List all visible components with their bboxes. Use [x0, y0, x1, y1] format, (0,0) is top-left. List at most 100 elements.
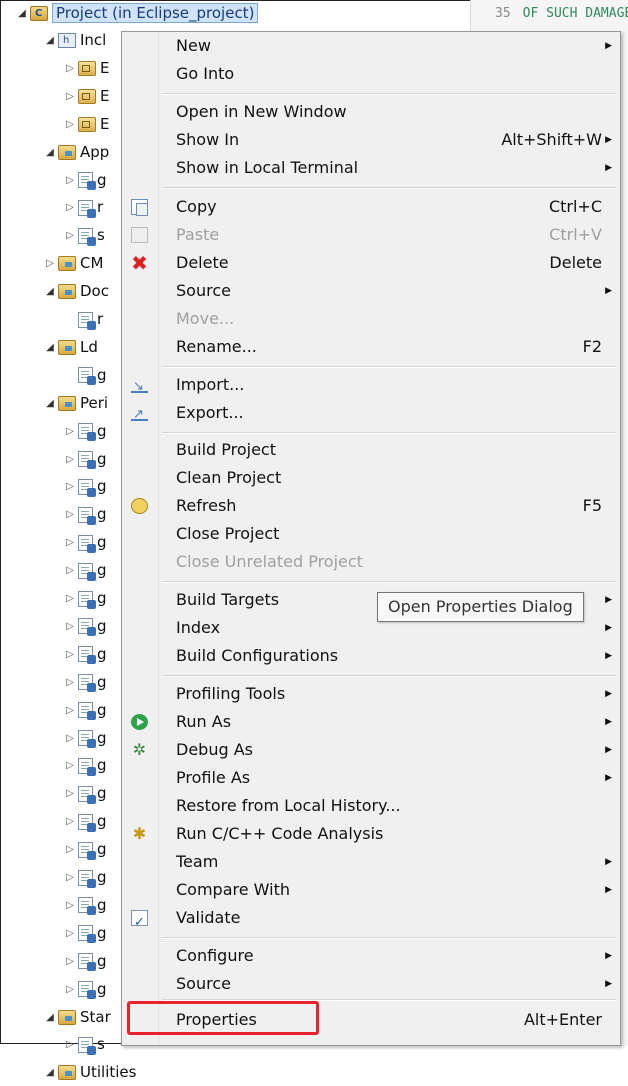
tree-item[interactable]: ▷ g — [64, 473, 107, 500]
expand-arrow-icon[interactable]: ◢ — [44, 278, 56, 305]
menu-item-source[interactable]: Source ▶ — [122, 277, 618, 305]
tree-item[interactable]: ▷ g — [64, 585, 107, 612]
menu-item-build-configurations[interactable]: Build Configurations ▶ — [122, 642, 618, 670]
expand-arrow-icon[interactable]: ▷ — [64, 920, 76, 947]
menu-item-close-project[interactable]: Close Project — [122, 520, 618, 548]
expand-arrow-icon[interactable]: ▷ — [64, 529, 76, 556]
tree-item-project[interactable]: ◢ Project (in Eclipse_project) — [16, 0, 259, 27]
menu-item-source-2[interactable]: Source ▶ — [122, 970, 618, 998]
tree-item[interactable]: ▷ g — [64, 669, 107, 696]
tree-item[interactable]: ◢ Incl — [44, 27, 106, 54]
tree-item[interactable]: ▷ E — [64, 83, 109, 110]
menu-item-copy[interactable]: Copy Ctrl+C — [122, 193, 618, 221]
expand-arrow-icon[interactable]: ▷ — [64, 111, 76, 138]
expand-arrow-icon[interactable]: ▷ — [64, 194, 76, 221]
tree-item[interactable]: ▷ g — [64, 613, 107, 640]
tree-item[interactable]: ▷ g — [64, 446, 107, 473]
tree-item[interactable]: ▷ g — [64, 892, 107, 919]
expand-arrow-icon[interactable]: ▷ — [64, 418, 76, 445]
expand-arrow-icon[interactable]: ▷ — [64, 780, 76, 807]
expand-arrow-icon[interactable]: ▷ — [44, 250, 56, 277]
expand-arrow-icon[interactable]: ▷ — [64, 864, 76, 891]
expand-arrow-icon[interactable]: ◢ — [44, 390, 56, 417]
tree-item[interactable]: ◢ Ld — [44, 334, 98, 361]
menu-item-configure[interactable]: Configure ▶ — [122, 942, 618, 970]
expand-arrow-icon[interactable]: ▷ — [64, 473, 76, 500]
tree-item[interactable]: ◢ Utilities — [44, 1059, 136, 1086]
expand-arrow-icon[interactable]: ▷ — [64, 976, 76, 1003]
expand-arrow-icon[interactable]: ▷ — [64, 836, 76, 863]
menu-item-new[interactable]: New ▶ — [122, 32, 618, 60]
tree-item[interactable]: ◢ Peri — [44, 390, 108, 417]
expand-arrow-icon[interactable]: ▷ — [64, 222, 76, 249]
tree-item[interactable]: ▷ E — [64, 55, 109, 82]
expand-arrow-icon[interactable]: ▷ — [64, 613, 76, 640]
expand-arrow-icon[interactable]: ▷ — [64, 557, 76, 584]
expand-arrow-icon[interactable]: ▷ — [64, 725, 76, 752]
menu-item-build-project[interactable]: Build Project — [122, 436, 618, 464]
expand-arrow-icon[interactable]: ◢ — [44, 334, 56, 361]
tree-item[interactable]: ▷ g — [64, 948, 107, 975]
menu-item-profiling-tools[interactable]: Profiling Tools ▶ — [122, 680, 618, 708]
tree-item[interactable]: g — [64, 362, 107, 389]
expand-arrow-icon[interactable]: ▷ — [64, 55, 76, 82]
expand-arrow-icon[interactable]: ▷ — [64, 446, 76, 473]
menu-item-run-as[interactable]: Run As ▶ — [122, 708, 618, 736]
menu-item-validate[interactable]: Validate — [122, 904, 618, 937]
tree-item[interactable]: ◢ Star — [44, 1004, 111, 1031]
expand-arrow-icon[interactable]: ▷ — [64, 808, 76, 835]
menu-item-run-code-analysis[interactable]: ✱ Run C/C++ Code Analysis — [122, 820, 618, 848]
tree-item[interactable]: ▷ g — [64, 641, 107, 668]
expand-arrow-icon[interactable]: ▷ — [64, 892, 76, 919]
tree-item[interactable]: ▷ g — [64, 920, 107, 947]
menu-item-restore-local-history[interactable]: Restore from Local History... — [122, 792, 618, 820]
expand-arrow-icon[interactable]: ▷ — [64, 948, 76, 975]
expand-arrow-icon[interactable]: ▷ — [64, 83, 76, 110]
tree-item[interactable]: ▷ s — [64, 1031, 105, 1058]
expand-arrow-icon[interactable]: ◢ — [16, 0, 28, 27]
tree-item[interactable]: ▷ E — [64, 111, 109, 138]
menu-item-close-unrelated-project[interactable]: Close Unrelated Project — [122, 548, 618, 576]
tree-item[interactable]: ▷ s — [64, 222, 105, 249]
tree-item[interactable]: ▷ g — [64, 725, 107, 752]
menu-item-refresh[interactable]: Refresh F5 — [122, 492, 618, 520]
tree-item[interactable]: r — [64, 306, 103, 333]
menu-item-profile-as[interactable]: Profile As ▶ — [122, 764, 618, 792]
menu-item-move[interactable]: Move... — [122, 305, 618, 333]
expand-arrow-icon[interactable]: ◢ — [44, 139, 56, 166]
menu-item-export[interactable]: Export... — [122, 399, 618, 429]
expand-arrow-icon[interactable]: ▷ — [64, 501, 76, 528]
menu-item-clean-project[interactable]: Clean Project — [122, 464, 618, 492]
tree-item[interactable]: ▷ g — [64, 836, 107, 863]
expand-arrow-icon[interactable]: ▷ — [64, 167, 76, 194]
tree-item[interactable]: ◢ App — [44, 139, 109, 166]
expand-arrow-icon[interactable]: ▷ — [64, 1031, 76, 1058]
tree-item[interactable]: ▷ g — [64, 557, 107, 584]
tree-item[interactable]: ▷ r — [64, 194, 103, 221]
tree-item[interactable]: ▷ g — [64, 529, 107, 556]
menu-item-open-in-new-window[interactable]: Open in New Window — [122, 98, 618, 126]
tree-item[interactable]: ▷ g — [64, 864, 107, 891]
menu-item-delete[interactable]: ✖ Delete Delete — [122, 249, 618, 277]
menu-item-rename[interactable]: Rename... F2 — [122, 333, 618, 361]
menu-item-debug-as[interactable]: ✲ Debug As ▶ — [122, 736, 618, 764]
menu-item-show-in-local-terminal[interactable]: Show in Local Terminal ▶ — [122, 154, 618, 182]
menu-item-import[interactable]: Import... — [122, 371, 618, 401]
tree-item[interactable]: ▷ g — [64, 418, 107, 445]
menu-item-go-into[interactable]: Go Into — [122, 60, 618, 88]
tree-item[interactable]: ▷ g — [64, 808, 107, 835]
menu-item-compare-with[interactable]: Compare With ▶ — [122, 876, 618, 904]
expand-arrow-icon[interactable]: ◢ — [44, 1059, 56, 1086]
tree-item[interactable]: ▷ g — [64, 697, 107, 724]
expand-arrow-icon[interactable]: ▷ — [64, 697, 76, 724]
tree-item[interactable]: ▷ g — [64, 976, 107, 1003]
expand-arrow-icon[interactable]: ▷ — [64, 752, 76, 779]
expand-arrow-icon[interactable]: ▷ — [64, 641, 76, 668]
expand-arrow-icon[interactable]: ◢ — [44, 1004, 56, 1031]
tree-item[interactable]: ◢ Doc — [44, 278, 109, 305]
menu-item-show-in[interactable]: Show In Alt+Shift+W ▶ — [122, 126, 618, 154]
tree-item[interactable]: ▷ g — [64, 167, 107, 194]
menu-item-paste[interactable]: Paste Ctrl+V — [122, 221, 618, 249]
tree-item[interactable]: ▷ g — [64, 501, 107, 528]
expand-arrow-icon[interactable]: ▷ — [64, 585, 76, 612]
